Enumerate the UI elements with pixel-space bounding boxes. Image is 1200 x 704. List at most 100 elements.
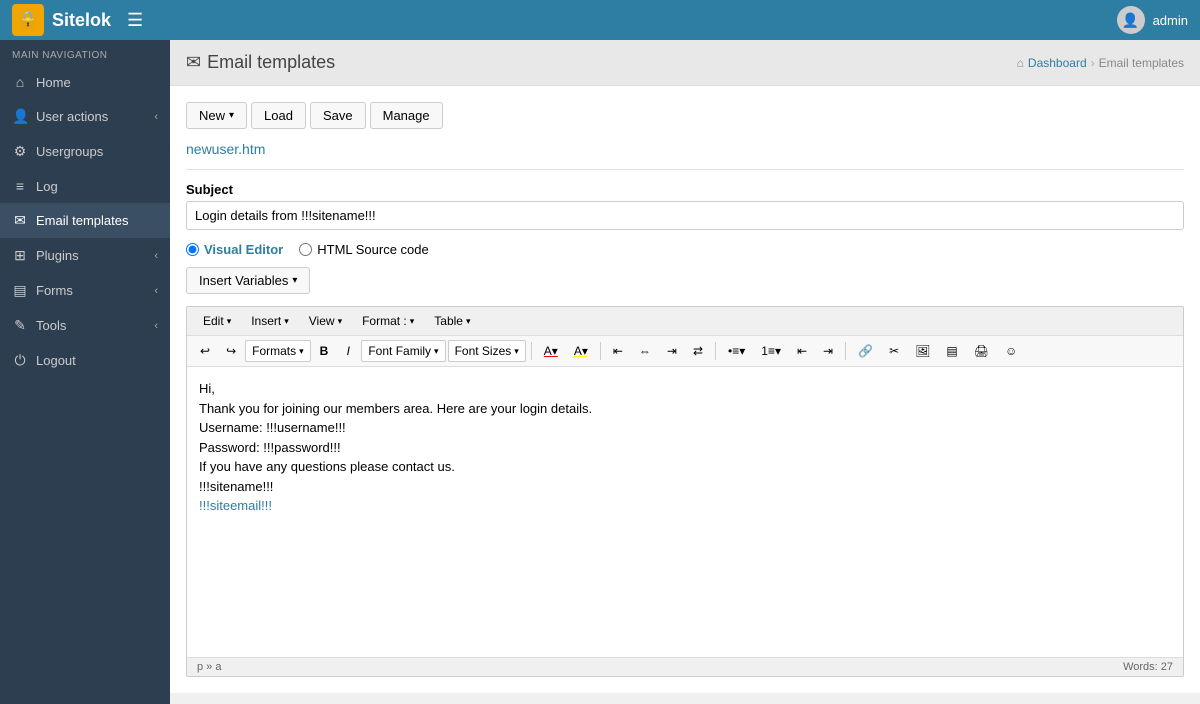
align-left-button[interactable]: ⇤ (606, 340, 630, 362)
tools-icon: ✎ (12, 317, 28, 334)
new-button[interactable]: New (186, 102, 247, 129)
load-button[interactable]: Load (251, 102, 306, 129)
insert-variables-button[interactable]: Insert Variables (186, 267, 310, 294)
content-line6: !!!sitename!!! (199, 479, 273, 494)
page-title-text: Email templates (207, 52, 335, 73)
menu-item-format[interactable]: Format : (354, 311, 422, 331)
content-area: New Load Save Manage newuser.htm Subject… (170, 86, 1200, 693)
usergroups-label: Usergroups (36, 144, 103, 159)
editor-wrapper: EditInsertViewFormat :Table ↩ ↪ Formats … (186, 306, 1184, 677)
avatar: 👤 (1117, 6, 1145, 34)
subject-input[interactable] (186, 201, 1184, 230)
main-content: ✉ Email templates ⌂ Dashboard › Email te… (170, 40, 1200, 704)
content-line4: Password: !!!password!!! (199, 440, 341, 455)
logo-icon: 🔒 (12, 4, 44, 36)
print-button[interactable]: 🖨 (967, 340, 996, 362)
plugins-icon: ⊞ (12, 247, 28, 264)
font-family-dropdown[interactable]: Font Family (361, 340, 445, 362)
toolbar-separator-1 (531, 342, 532, 360)
justify-button[interactable]: ⇄ (686, 340, 710, 362)
user-actions-arrow: ‹ (154, 111, 158, 123)
editor-word-count: Words: 27 (1123, 661, 1173, 673)
plugins-label: Plugins (36, 248, 79, 263)
usergroups-icon: ⚙ (12, 143, 28, 160)
menu-item-table[interactable]: Table (426, 311, 478, 331)
save-button[interactable]: Save (310, 102, 366, 129)
sidebar-item-forms[interactable]: ▤ Forms ‹ (0, 273, 170, 308)
bullets-button[interactable]: •≡▾ (721, 340, 752, 362)
page-header: ✉ Email templates ⌂ Dashboard › Email te… (170, 40, 1200, 86)
sidebar-item-tools[interactable]: ✎ Tools ‹ (0, 308, 170, 343)
html-source-radio[interactable]: HTML Source code (299, 242, 429, 257)
link-button[interactable]: 🔗 (851, 340, 880, 362)
home-label: Home (36, 75, 71, 90)
subject-label: Subject (186, 182, 1184, 197)
sidebar-item-home[interactable]: ⌂ Home (0, 65, 170, 99)
menu-item-insert[interactable]: Insert (243, 311, 297, 331)
sidebar: MAIN NAVIGATION ⌂ Home 👤 User actions ‹ … (0, 40, 170, 704)
filename: newuser.htm (186, 141, 1184, 157)
logo-text: Sitelok (52, 10, 111, 31)
italic-button[interactable]: I (337, 340, 359, 362)
formats-dropdown[interactable]: Formats (245, 340, 311, 362)
logo: 🔒 Sitelok ☰ (12, 4, 143, 36)
menu-item-view[interactable]: View (301, 311, 350, 331)
editor-content[interactable]: Hi, Thank you for joining our members ar… (187, 367, 1183, 657)
html-source-label: HTML Source code (317, 242, 429, 257)
home-icon: ⌂ (12, 74, 28, 90)
forms-label: Forms (36, 283, 73, 298)
emoji-button[interactable]: ☺ (998, 340, 1024, 362)
redo-button[interactable]: ↪ (219, 340, 243, 362)
topbar: 🔒 Sitelok ☰ 👤 admin (0, 0, 1200, 40)
outdent-button[interactable]: ⇤ (790, 340, 814, 362)
menu-item-edit[interactable]: Edit (195, 311, 239, 331)
align-right-button[interactable]: ⇥ (660, 340, 684, 362)
log-icon: ≡ (12, 178, 28, 194)
font-color-button[interactable]: A▾ (537, 340, 565, 362)
editor-statusbar: p » a Words: 27 (187, 657, 1183, 676)
hamburger-icon[interactable]: ☰ (127, 10, 143, 31)
logout-label: Logout (36, 353, 76, 368)
manage-button[interactable]: Manage (370, 102, 443, 129)
username: admin (1153, 13, 1188, 28)
page-title-icon: ✉ (186, 52, 201, 73)
plugins-arrow: ‹ (154, 250, 158, 262)
tools-arrow: ‹ (154, 320, 158, 332)
breadcrumb-home-icon: ⌂ (1017, 56, 1024, 70)
email-templates-icon: ✉ (12, 212, 28, 229)
breadcrumb: ⌂ Dashboard › Email templates (1017, 56, 1184, 70)
editor-mode-group: Visual Editor HTML Source code (186, 242, 1184, 257)
topbar-right: 👤 admin (1117, 6, 1188, 34)
toolbar-separator-4 (845, 342, 846, 360)
breadcrumb-separator: › (1091, 56, 1095, 70)
align-center-button[interactable]: ⇔ (632, 340, 658, 362)
tools-label: Tools (36, 318, 66, 333)
breadcrumb-current: Email templates (1099, 56, 1184, 70)
font-size-dropdown[interactable]: Font Sizes (448, 340, 526, 362)
breadcrumb-home-link[interactable]: Dashboard (1028, 56, 1087, 70)
logout-icon: ⏻ (12, 352, 28, 369)
sidebar-item-email-templates[interactable]: ✉ Email templates (0, 203, 170, 238)
sidebar-item-plugins[interactable]: ⊞ Plugins ‹ (0, 238, 170, 273)
log-label: Log (36, 179, 58, 194)
visual-editor-radio[interactable]: Visual Editor (186, 242, 283, 257)
page-title: ✉ Email templates (186, 52, 335, 73)
media-button[interactable]: ▤ (939, 340, 964, 362)
sidebar-item-log[interactable]: ≡ Log (0, 169, 170, 203)
sidebar-item-user-actions[interactable]: 👤 User actions ‹ (0, 99, 170, 134)
editor-menubar: EditInsertViewFormat :Table (187, 307, 1183, 336)
undo-button[interactable]: ↩ (193, 340, 217, 362)
toolbar-separator-2 (600, 342, 601, 360)
bg-color-button[interactable]: A▾ (567, 340, 595, 362)
content-line7[interactable]: !!!siteemail!!! (199, 498, 272, 513)
unlink-button[interactable]: ✂ (882, 340, 906, 362)
sidebar-nav: ⌂ Home 👤 User actions ‹ ⚙ Usergroups ≡ L… (0, 65, 170, 378)
image-button[interactable]: 🖼 (908, 340, 937, 362)
indent-button[interactable]: ⇥ (816, 340, 840, 362)
sidebar-item-usergroups[interactable]: ⚙ Usergroups (0, 134, 170, 169)
numbering-button[interactable]: 1≡▾ (754, 340, 788, 362)
content-line1: Hi, (199, 381, 215, 396)
sidebar-item-logout[interactable]: ⏻ Logout (0, 343, 170, 378)
bold-button[interactable]: B (313, 340, 336, 362)
sidebar-section-label: MAIN NAVIGATION (0, 40, 170, 65)
